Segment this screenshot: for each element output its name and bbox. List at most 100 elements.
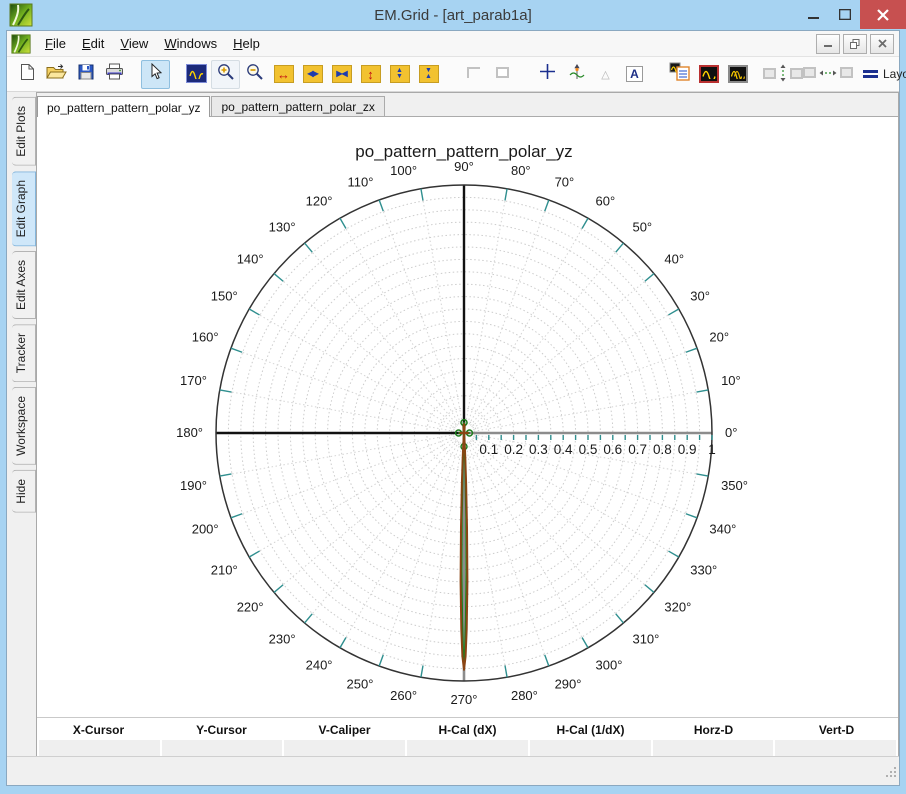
svg-text:20°: 20° [709,329,729,344]
polar-chart[interactable]: po_pattern_pattern_polar_yz0°10°20°30°40… [37,117,900,717]
svg-text:330°: 330° [690,563,717,578]
zoom-out-button[interactable] [240,60,269,89]
corner-tool-button [459,60,488,89]
multi-curve-button[interactable] [723,60,752,89]
sidebar-tab-edit-plots[interactable]: Edit Plots [12,97,36,166]
triangle-marker-button: △ [591,60,620,89]
svg-text:0.4: 0.4 [554,442,573,457]
svg-text:220°: 220° [237,599,264,614]
open-button[interactable] [42,60,71,89]
expand-y-icon: ↕ [360,65,381,83]
pan-x-icon: ◀▶ [302,65,323,83]
cursor-readout-table: X-Cursor Y-Cursor V-Caliper H-Cal (dX) H-Cal… [37,717,898,760]
titlebar[interactable]: EM.Grid - [art_parab1a] [0,0,906,30]
zoom-in-button[interactable] [211,59,240,89]
menu-windows[interactable]: Windows [156,33,225,54]
svg-text:0.5: 0.5 [579,442,598,457]
compress-y-icon: ▼ ▲ [418,65,439,83]
chart-area[interactable]: po_pattern_pattern_polar_yz 0° 10° 20° 30° 40… [37,117,898,717]
text-a-icon: A [626,66,643,82]
svg-text:170°: 170° [180,373,207,388]
svg-text:190°: 190° [180,478,207,493]
layout-label: Layout [883,67,906,81]
expand-x-button[interactable]: ↔ [269,60,298,89]
svg-text:230°: 230° [269,631,296,646]
mdi-restore-button[interactable] [843,33,867,54]
compress-x-button[interactable]: ▶◀ [327,60,356,89]
sidebar-tab-edit-axes[interactable]: Edit Axes [12,251,36,320]
app-frame: File Edit View Windows Help ↔ ◀▶ ▶◀ ↕ ▲ ▼ ▼ ▲ △ A Layo… [6,30,906,786]
svg-text:200°: 200° [192,522,219,537]
resize-grip-icon[interactable] [886,765,897,783]
svg-text:0.1: 0.1 [479,442,498,457]
svg-text:150°: 150° [211,289,238,304]
document-tab-bar: po_pattern_pattern_polar_yz po_pattern_pa… [37,93,898,117]
workarea: Edit Plots Edit Graph Edit Axes Tracker Work… [7,92,899,761]
legend-button[interactable] [665,60,694,89]
maximize-button[interactable] [829,0,860,29]
doc-tab-po_pattern_pattern_polar_yz[interactable]: po_pattern_pattern_polar_yz [37,96,211,117]
plot-window-button[interactable] [182,60,211,89]
zoom-out-icon [246,63,264,86]
zoom-in-icon [217,63,235,86]
sidebar-tab-tracker[interactable]: Tracker [12,324,36,383]
sidebar-tab-edit-graph[interactable]: Edit Graph [12,170,36,247]
svg-text:130°: 130° [269,220,296,235]
new-button[interactable] [13,60,42,89]
svg-text:10°: 10° [721,373,741,388]
pan-y-button[interactable]: ▲ ▼ [385,60,414,89]
layout-menu-button[interactable]: Layout [856,63,906,85]
crosshair-button[interactable] [533,60,562,89]
svg-text:180°: 180° [176,425,203,440]
rect-icon [496,65,509,83]
cursor-icon [150,62,162,85]
menu-edit[interactable]: Edit [74,33,112,54]
svg-text:0.2: 0.2 [504,442,523,457]
pan-x-button[interactable]: ◀▶ [298,60,327,89]
toolbar: ↔ ◀▶ ▶◀ ↕ ▲▼ ▼▲ △ A Layout [7,57,906,92]
rect-tool-button [488,60,517,89]
compress-y-button[interactable]: ▼ ▲ [414,60,443,89]
menu-view[interactable]: View [112,33,156,54]
curve-style-button[interactable] [694,60,723,89]
mdi-close-button[interactable] [870,33,894,54]
svg-text:0°: 0° [725,425,737,440]
legend-icon [669,62,690,86]
text-tool-button[interactable]: A [620,60,649,89]
svg-text:120°: 120° [306,194,333,209]
print-button[interactable] [100,60,129,89]
cursor-col-header: H-Cal (1/dX) [556,723,625,737]
layout-bars-icon [863,70,878,78]
align-h-icon [802,65,853,83]
expand-y-button[interactable]: ↕ [356,60,385,89]
svg-text:0.6: 0.6 [603,442,622,457]
cursor-col-header: Y-Cursor [196,723,247,737]
svg-text:270°: 270° [451,692,478,707]
wave-multi-icon [727,64,748,84]
close-button[interactable] [860,0,906,29]
svg-text:290°: 290° [555,676,582,691]
svg-text:70°: 70° [555,175,575,190]
menu-help[interactable]: Help [225,33,268,54]
data-cursor-button[interactable] [562,60,591,89]
doc-tab-po_pattern_pattern_polar_zx[interactable]: po_pattern_pattern_polar_zx [211,96,385,116]
save-button[interactable] [71,60,100,89]
svg-text:320°: 320° [664,599,691,614]
svg-text:110°: 110° [347,175,373,190]
svg-text:210°: 210° [211,563,238,578]
svg-text:250°: 250° [347,676,374,691]
status-bar [7,756,899,785]
cursor-col-header: X-Cursor [72,723,125,737]
main-panel: po_pattern_pattern_polar_yz po_pattern_pa… [36,92,899,761]
svg-text:0.9: 0.9 [678,442,697,457]
cursor-col-header: Vert-D [818,723,855,737]
svg-text:50°: 50° [632,220,652,235]
sidebar-tab-hide[interactable]: Hide [12,470,36,513]
minimize-button[interactable] [798,0,829,29]
select-cursor-button[interactable] [141,59,170,89]
corner-icon [467,65,480,83]
sidebar-tab-workspace[interactable]: Workspace [12,387,36,466]
menubar: File Edit View Windows Help [7,31,899,57]
mdi-minimize-button[interactable] [816,33,840,54]
menu-file[interactable]: File [37,33,74,54]
